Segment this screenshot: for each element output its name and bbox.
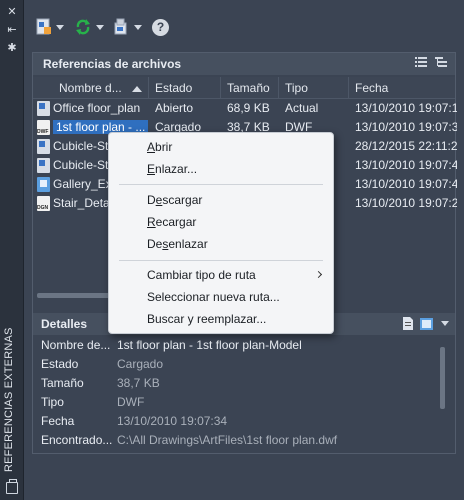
file-references-title: Referencias de archivos: [43, 57, 182, 71]
attach-dwg-icon: [36, 18, 51, 35]
column-size[interactable]: Tamaño: [221, 77, 279, 99]
sort-ascending-icon: [132, 86, 142, 92]
row-name: Office floor_plan: [53, 101, 141, 115]
attach-dropdown-icon[interactable]: [56, 24, 64, 30]
menu-item-bind[interactable]: Enlazar...: [109, 159, 333, 180]
dwg-file-icon: [37, 101, 50, 116]
refresh-dropdown-icon[interactable]: [96, 24, 104, 30]
menu-separator: [119, 184, 323, 185]
horizontal-scrollbar[interactable]: [37, 293, 117, 298]
change-path-dropdown-icon[interactable]: [134, 24, 142, 30]
dgn-file-icon: [37, 196, 50, 211]
column-type[interactable]: Tipo: [279, 77, 349, 99]
submenu-arrow-icon: [314, 270, 323, 279]
details-key: Nombre de...: [41, 338, 111, 352]
details-view-icon[interactable]: [402, 317, 414, 330]
dwg-file-icon: [37, 158, 50, 173]
column-date[interactable]: Fecha: [349, 77, 457, 99]
img-file-icon: [37, 177, 50, 192]
menu-item-reload[interactable]: Recargar: [109, 212, 333, 233]
row-date: 13/10/2010 19:07:34: [355, 120, 457, 134]
row-type: Actual: [285, 101, 319, 115]
change-path-button[interactable]: [112, 16, 142, 38]
row-date: 13/10/2010 19:07:46: [355, 177, 457, 191]
attach-dwg-button[interactable]: [36, 16, 64, 38]
row-date: 13/10/2010 19:07:20: [355, 196, 457, 210]
row-size: 68,9 KB: [227, 101, 270, 115]
properties-gear-icon[interactable]: ✱: [5, 42, 19, 54]
menu-item-open[interactable]: Abrir: [109, 137, 333, 158]
menu-item-select-new-path[interactable]: Seleccionar nueva ruta...: [109, 287, 333, 308]
details-key: Fecha: [41, 414, 75, 428]
column-name[interactable]: Nombre d...: [53, 77, 149, 99]
details-value: 13/10/2010 19:07:34: [117, 414, 228, 428]
details-value: 38,7 KB: [117, 376, 160, 390]
dwf-file-icon: [37, 120, 50, 135]
table-row[interactable]: Office floor_plan Abierto 68,9 KB Actual 13/…: [33, 99, 457, 118]
refresh-icon: [76, 19, 90, 35]
close-icon[interactable]: ✕: [5, 6, 19, 18]
refresh-button[interactable]: [74, 16, 104, 38]
details-key: Encontrado...: [41, 433, 113, 447]
row-date: 28/12/2015 22:11:20: [355, 139, 457, 153]
details-value: DWF: [117, 395, 145, 409]
context-menu: Abrir Enlazar... Descargar Recargar Dese…: [108, 132, 334, 334]
details-value: Cargado: [117, 357, 164, 371]
palette-title: REFERENCIAS EXTERNAS: [3, 327, 15, 472]
tree-view-icon[interactable]: [435, 57, 447, 67]
row-status: Abierto: [155, 101, 194, 115]
palette-bottom-icon[interactable]: [6, 479, 18, 494]
file-references-header: Referencias de archivos: [33, 53, 455, 75]
details-dropdown-icon[interactable]: [441, 321, 449, 326]
details-key: Tamaño: [41, 376, 84, 390]
column-header-row: Nombre d... Estado Tamaño Tipo Fecha: [33, 77, 455, 99]
menu-item-detach[interactable]: Desenlazar: [109, 234, 333, 255]
column-status[interactable]: Estado: [149, 77, 221, 99]
menu-separator: [119, 260, 323, 261]
toolbar: ?: [24, 0, 464, 52]
list-view-icon[interactable]: [415, 57, 427, 67]
help-icon: ?: [152, 18, 169, 36]
menu-item-change-path-type[interactable]: Cambiar tipo de ruta: [109, 265, 333, 286]
menu-item-unload[interactable]: Descargar: [109, 190, 333, 211]
dwg-file-icon: [37, 139, 50, 154]
details-value: 1st floor plan - 1st floor plan-Model: [117, 338, 302, 352]
row-date: 13/10/2010 19:07:46: [355, 158, 457, 172]
change-path-icon: [114, 18, 127, 35]
palette-strip: ✕ ⇤ ✱ REFERENCIAS EXTERNAS: [0, 0, 24, 500]
details-vertical-scrollbar[interactable]: [440, 347, 445, 409]
menu-item-find-replace[interactable]: Buscar y reemplazar...: [109, 309, 333, 330]
details-key: Estado: [41, 357, 79, 371]
row-date: 13/10/2010 19:07:18: [355, 101, 457, 115]
details-value: C:\All Drawings\ArtFiles\1st floor plan.…: [117, 433, 338, 447]
details-key: Tipo: [41, 395, 64, 409]
auto-hide-icon[interactable]: ⇤: [5, 24, 19, 36]
help-button[interactable]: ?: [152, 16, 169, 38]
details-title: Detalles: [41, 317, 88, 331]
preview-view-icon[interactable]: [420, 317, 433, 330]
